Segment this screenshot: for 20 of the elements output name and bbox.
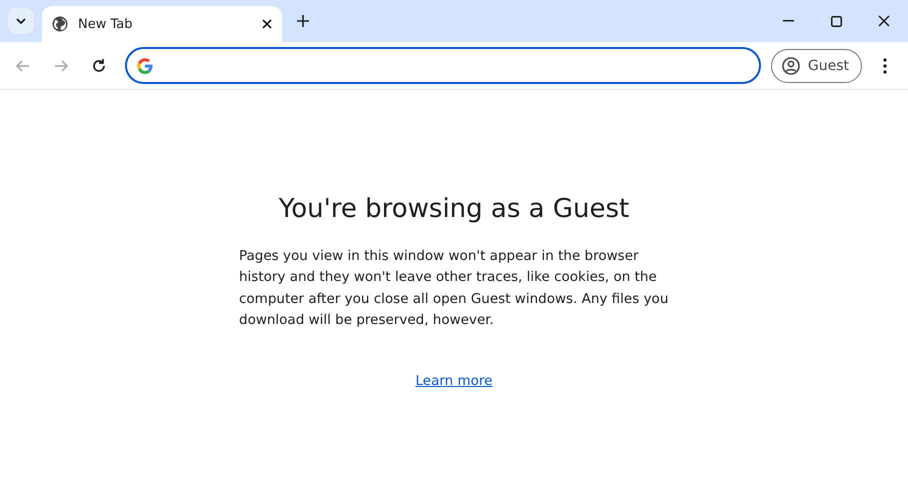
google-icon [137,58,153,74]
close-icon [878,15,890,27]
person-icon [782,56,800,74]
page-heading: You're browsing as a Guest [278,194,630,224]
profile-button[interactable]: Guest [770,48,862,82]
caret-icon [16,18,26,24]
tab-search-button[interactable] [8,8,34,34]
close-icon[interactable] [262,19,272,29]
address-bar[interactable] [125,47,761,84]
maximize-icon [830,16,842,26]
globe-icon [52,16,68,32]
browser-tab[interactable]: New Tab [42,6,282,42]
menu-icon [883,58,887,74]
minimize-icon [782,20,794,22]
arrow-icon [53,58,69,74]
reload-icon [91,58,107,74]
plus-icon [297,15,309,27]
arrow-icon [15,58,31,74]
guest-description: Pages you view in this window won't appear in the browser history and they won't leave other traces, like cookies, on the computer after you close all open Guest windows. Any files you download will be preserved, however. [239,247,669,330]
learn-more-link[interactable]: Learn more [416,373,492,390]
